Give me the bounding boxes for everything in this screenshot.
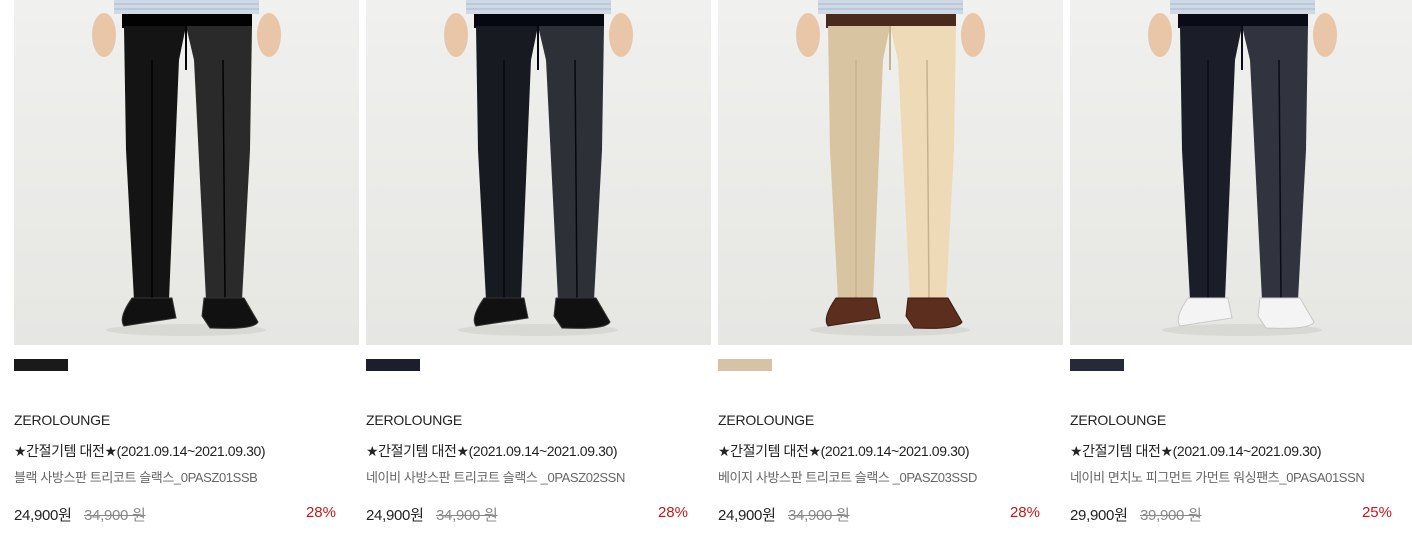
left-hand <box>1148 13 1172 57</box>
left-shoe <box>121 297 177 327</box>
product-card[interactable]: ZEROLOUNGE ★간절기템 대전★(2021.09.14~2021.09.… <box>718 0 1063 541</box>
brand-name: ZEROLOUNGE <box>718 412 815 428</box>
product-grid: ZEROLOUNGE ★간절기템 대전★(2021.09.14~2021.09.… <box>0 0 1412 541</box>
sale-price: 24,900원 <box>718 507 776 524</box>
price-row: 24,900원 34,900 원 28% <box>14 504 336 526</box>
navy-cotton-pants-model-photo[interactable] <box>1070 0 1412 345</box>
shirt-hem <box>1170 0 1315 14</box>
discount-rate: 28% <box>305 504 336 521</box>
pants-illustration <box>92 0 281 336</box>
color-swatch[interactable] <box>14 359 68 371</box>
right-shoe <box>905 297 963 329</box>
waistband <box>122 14 252 28</box>
right-leg <box>890 26 956 300</box>
product-name[interactable]: 네이비 면치노 피그먼트 가먼트 워싱팬츠_0PASA01SSN <box>1070 467 1365 486</box>
right-hand <box>961 13 985 57</box>
pants-illustration <box>1148 0 1337 336</box>
original-price: 39,900 원 <box>1140 507 1202 524</box>
product-name[interactable]: 블랙 사방스판 트리코트 슬랙스_0PASZ01SSB <box>14 467 258 486</box>
right-hand <box>609 13 633 57</box>
right-leg <box>538 26 604 300</box>
left-leg <box>1180 26 1242 300</box>
discount-rate: 28% <box>1009 504 1040 521</box>
left-hand <box>796 13 820 57</box>
shirt-hem <box>818 0 963 14</box>
left-hand <box>92 13 116 57</box>
left-shoe <box>1177 297 1233 327</box>
promo-text: ★간절기템 대전★(2021.09.14~2021.09.30) <box>1070 443 1322 459</box>
black-slacks-model-photo[interactable] <box>14 0 359 345</box>
product-name[interactable]: 베이지 사방스판 트리코트 슬랙스 _0PASZ03SSD <box>718 467 977 486</box>
sale-price: 24,900원 <box>366 507 424 524</box>
original-price: 34,900 원 <box>84 507 146 524</box>
left-leg <box>828 26 890 300</box>
left-shoe <box>825 297 881 327</box>
right-hand <box>1313 13 1337 57</box>
product-card[interactable]: ZEROLOUNGE ★간절기템 대전★(2021.09.14~2021.09.… <box>1070 0 1412 541</box>
product-name[interactable]: 네이비 사방스판 트리코트 슬랙스 _0PASZ02SSN <box>366 467 625 486</box>
left-leg <box>124 26 186 300</box>
product-card[interactable]: ZEROLOUNGE ★간절기템 대전★(2021.09.14~2021.09.… <box>14 0 359 541</box>
color-swatch[interactable] <box>718 359 772 371</box>
discount-rate: 25% <box>1361 504 1392 521</box>
price-row: 24,900원 34,900 원 28% <box>718 504 1040 526</box>
product-card[interactable]: ZEROLOUNGE ★간절기템 대전★(2021.09.14~2021.09.… <box>366 0 711 541</box>
pants-illustration <box>444 0 633 336</box>
promo-text: ★간절기템 대전★(2021.09.14~2021.09.30) <box>718 443 970 459</box>
sale-price: 29,900원 <box>1070 507 1128 524</box>
navy-slacks-model-photo[interactable] <box>366 0 711 345</box>
discount-rate: 28% <box>657 504 688 521</box>
brand-name: ZEROLOUNGE <box>14 412 111 428</box>
sale-price: 24,900원 <box>14 507 72 524</box>
promo-text: ★간절기템 대전★(2021.09.14~2021.09.30) <box>366 443 618 459</box>
beige-slacks-model-photo[interactable] <box>718 0 1063 345</box>
shirt-hem <box>114 0 259 14</box>
left-leg <box>476 26 538 300</box>
brand-name: ZEROLOUNGE <box>366 412 463 428</box>
color-swatch[interactable] <box>366 359 420 371</box>
waistband <box>1178 14 1308 28</box>
original-price: 34,900 원 <box>788 507 850 524</box>
left-hand <box>444 13 468 57</box>
right-shoe <box>1257 297 1315 329</box>
price-row: 24,900원 34,900 원 28% <box>366 504 688 526</box>
color-swatch[interactable] <box>1070 359 1124 371</box>
shirt-hem <box>466 0 611 14</box>
right-leg <box>1242 26 1308 300</box>
price-row: 29,900원 39,900 원 25% <box>1070 504 1392 526</box>
right-shoe <box>553 297 611 329</box>
right-hand <box>257 13 281 57</box>
left-shoe <box>473 297 529 327</box>
right-leg <box>186 26 252 300</box>
brand-name: ZEROLOUNGE <box>1070 412 1167 428</box>
pants-illustration <box>796 0 985 336</box>
waistband <box>474 14 604 28</box>
original-price: 34,900 원 <box>436 507 498 524</box>
waistband <box>826 14 956 28</box>
promo-text: ★간절기템 대전★(2021.09.14~2021.09.30) <box>14 443 266 459</box>
right-shoe <box>201 297 259 329</box>
